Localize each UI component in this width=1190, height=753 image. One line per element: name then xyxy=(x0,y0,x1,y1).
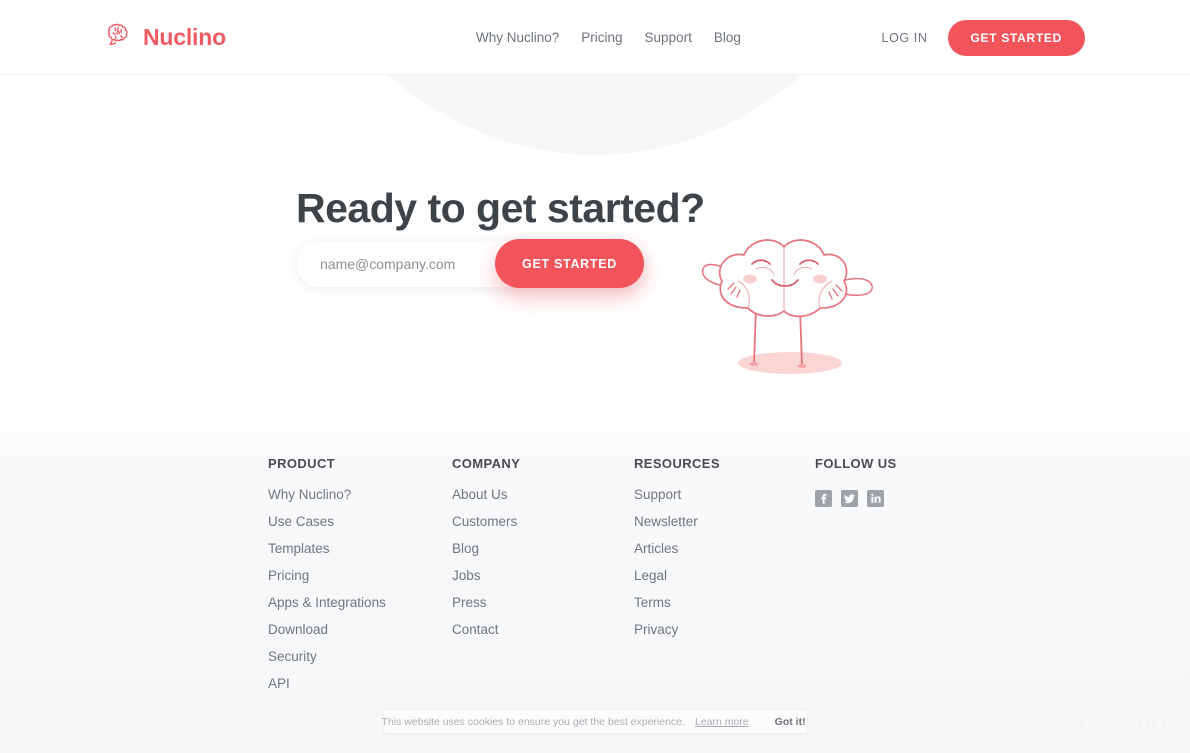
footer-link-apps-integrations[interactable]: Apps & Integrations xyxy=(268,595,452,610)
facebook-icon[interactable] xyxy=(815,490,832,507)
footer-link-articles[interactable]: Articles xyxy=(634,541,815,556)
footer-column-follow-us: FOLLOW US xyxy=(815,456,975,703)
header-actions: LOG IN GET STARTED xyxy=(882,20,1085,56)
revain-watermark-text: Revain xyxy=(1077,707,1167,740)
signup-form: GET STARTED xyxy=(297,239,644,288)
primary-nav: Why Nuclino? Pricing Support Blog xyxy=(476,30,741,45)
footer-column-title: PRODUCT xyxy=(268,456,336,471)
brain-speech-bubble-icon xyxy=(103,22,134,52)
footer-link-contact[interactable]: Contact xyxy=(452,622,634,637)
footer-link-newsletter[interactable]: Newsletter xyxy=(634,514,815,529)
footer-column-title: RESOURCES xyxy=(634,456,720,471)
logo-wordmark: Nuclino xyxy=(143,23,226,50)
footer-columns: PRODUCT Why Nuclino? Use Cases Templates… xyxy=(268,456,975,703)
footer-link-about-us[interactable]: About Us xyxy=(452,487,634,502)
twitter-icon[interactable] xyxy=(841,490,858,507)
social-links xyxy=(815,490,975,507)
footer-column-company: COMPANY About Us Customers Blog Jobs Pre… xyxy=(452,456,634,703)
site-footer: PRODUCT Why Nuclino? Use Cases Templates… xyxy=(0,432,1190,753)
footer-link-blog[interactable]: Blog xyxy=(452,541,634,556)
footer-column-title: COMPANY xyxy=(452,456,521,471)
cookie-accept-button[interactable]: Got it! xyxy=(771,714,810,730)
cookie-learn-more-link[interactable]: Learn more xyxy=(695,716,749,728)
footer-link-terms[interactable]: Terms xyxy=(634,595,815,610)
revain-logo-icon xyxy=(1031,703,1068,745)
footer-link-why-nuclino[interactable]: Why Nuclino? xyxy=(268,487,452,502)
cookie-consent-banner: This website uses cookies to ensure you … xyxy=(381,709,810,734)
nav-blog[interactable]: Blog xyxy=(714,30,741,45)
footer-link-support[interactable]: Support xyxy=(634,487,815,502)
nav-support[interactable]: Support xyxy=(645,30,692,45)
nav-pricing[interactable]: Pricing xyxy=(581,30,622,45)
footer-link-use-cases[interactable]: Use Cases xyxy=(268,514,452,529)
cloud-brain-mascot-illustration xyxy=(690,223,890,388)
footer-link-security[interactable]: Security xyxy=(268,649,452,664)
hero-section: Ready to get started? GET STARTED xyxy=(0,75,1190,432)
footer-column-title: FOLLOW US xyxy=(815,456,897,471)
footer-link-download[interactable]: Download xyxy=(268,622,452,637)
site-header: Nuclino Why Nuclino? Pricing Support Blo… xyxy=(0,0,1190,75)
nav-why-nuclino[interactable]: Why Nuclino? xyxy=(476,30,559,45)
footer-column-product: PRODUCT Why Nuclino? Use Cases Templates… xyxy=(268,456,452,703)
footer-link-templates[interactable]: Templates xyxy=(268,541,452,556)
site-logo[interactable]: Nuclino xyxy=(103,22,226,52)
footer-link-pricing[interactable]: Pricing xyxy=(268,568,452,583)
footer-link-api[interactable]: API xyxy=(268,676,452,691)
page-title: Ready to get started? xyxy=(296,185,705,231)
footer-link-jobs[interactable]: Jobs xyxy=(452,568,634,583)
footer-column-resources: RESOURCES Support Newsletter Articles Le… xyxy=(634,456,815,703)
footer-link-legal[interactable]: Legal xyxy=(634,568,815,583)
revain-watermark: Revain xyxy=(1031,703,1166,745)
footer-link-press[interactable]: Press xyxy=(452,595,634,610)
cookie-message: This website uses cookies to ensure you … xyxy=(381,715,685,728)
footer-link-privacy[interactable]: Privacy xyxy=(634,622,815,637)
linkedin-icon[interactable] xyxy=(867,490,884,507)
login-link[interactable]: LOG IN xyxy=(882,31,928,45)
footer-link-customers[interactable]: Customers xyxy=(452,514,634,529)
header-get-started-button[interactable]: GET STARTED xyxy=(947,20,1085,56)
hero-get-started-button[interactable]: GET STARTED xyxy=(495,239,644,288)
